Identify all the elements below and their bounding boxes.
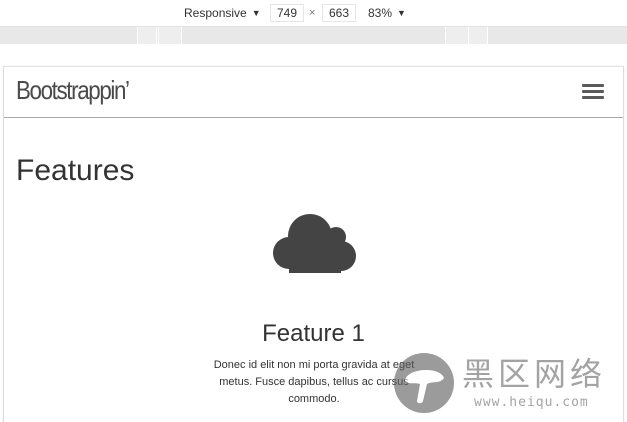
zoom-label: 83% [368,6,393,20]
dimension-separator: × [309,7,316,19]
viewport-width-input[interactable] [270,4,304,22]
triangle-down-icon: ▼ [397,8,406,18]
triangle-down-icon: ▼ [251,8,261,18]
menu-bar [582,96,604,99]
device-mode-dropdown[interactable]: Responsive ▼ [184,6,261,21]
media-query-segment[interactable] [468,27,488,44]
cloud-icon [273,214,356,273]
site-navbar: Bootstrappin’ [4,67,623,118]
media-query-segment[interactable] [445,27,469,44]
zoom-dropdown[interactable]: 83% ▼ [368,6,406,21]
menu-bar [582,84,604,87]
hamburger-menu-icon[interactable] [582,84,604,100]
brand-logo[interactable]: Bootstrappin’ [16,75,130,106]
menu-bar [582,90,604,93]
media-query-segment[interactable] [137,27,157,44]
device-toolbar: Responsive ▼ × 83% ▼ [0,0,627,27]
media-query-bar [0,27,627,44]
section-title: Features [16,154,135,187]
feature-description: Donec id elit non mi porta gravida at eg… [213,359,415,405]
device-mode-label: Responsive [184,6,247,20]
emulated-viewport: Bootstrappin’ Features Feature 1 Donec i… [3,66,624,422]
feature-title: Feature 1 [262,320,365,347]
viewport-height-input[interactable] [322,4,356,22]
cloud-base [289,243,341,273]
media-query-segment[interactable] [158,27,182,44]
devtools-window: Responsive ▼ × 83% ▼ Bootstrappin’ Feature… [0,0,627,422]
